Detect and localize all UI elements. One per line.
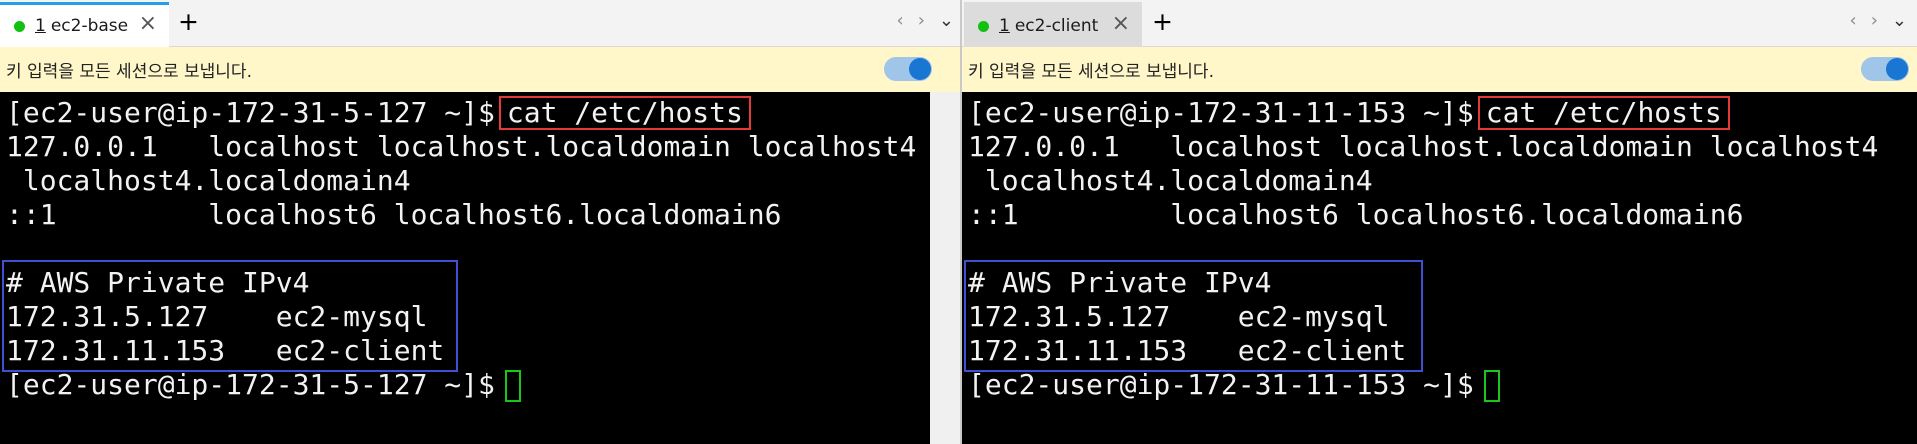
terminal-cursor (504, 370, 521, 402)
chevron-down-icon[interactable]: ⌄ (939, 12, 954, 30)
broadcast-bar: 키 입력을 모든 세션으로 보냅니다. (0, 47, 960, 92)
terminal-pane-ec2-base: 1 ec2-base × + ‹ › ⌄ 키 입력을 모든 세션으로 보냅니다.… (0, 0, 960, 444)
output-line: ::1 localhost6 localhost6.localdomain6 (968, 198, 1744, 231)
command-line: [ec2-user@ip-172-31-5-127 ~]$ cat /etc/ho… (6, 96, 751, 130)
chevron-right-icon[interactable]: › (918, 12, 925, 30)
command-line: [ec2-user@ip-172-31-11-153 ~]$ cat /etc/h… (968, 96, 1730, 130)
tab-bar: 1 ec2-client × + ‹ › ⌄ (962, 0, 1917, 47)
command-line: [ec2-user@ip-172-31-5-127 ~]$ (6, 368, 521, 402)
output-line: ::1 localhost6 localhost6.localdomain6 (6, 198, 782, 231)
tab-number: 1 (35, 16, 46, 36)
tab-number: 1 (999, 16, 1010, 36)
highlighted-command: cat /etc/hosts (1477, 96, 1730, 130)
broadcast-toggle[interactable] (884, 57, 932, 81)
tab-navigation: ‹ › ⌄ (1850, 12, 1908, 30)
tab-bar: 1 ec2-base × + ‹ › ⌄ (0, 0, 960, 47)
shell-prompt: [ec2-user@ip-172-31-5-127 ~]$ (6, 368, 495, 401)
output-line: 127.0.0.1 localhost localhost.localdomai… (968, 130, 1879, 163)
output-line: localhost4.localdomain4 (968, 164, 1373, 197)
shell-prompt: [ec2-user@ip-172-31-11-153 ~]$ (968, 96, 1474, 129)
output-line: localhost4.localdomain4 (6, 164, 411, 197)
aws-private-ipv4-highlight (964, 260, 1423, 372)
tab-ec2-base[interactable]: 1 ec2-base × (0, 2, 169, 47)
tab-navigation: ‹ › ⌄ (897, 12, 955, 30)
toggle-knob (1886, 58, 1908, 80)
aws-private-ipv4-highlight (2, 260, 458, 372)
terminal-output[interactable]: [ec2-user@ip-172-31-5-127 ~]$ cat /etc/ho… (0, 92, 930, 444)
close-tab-icon[interactable]: × (139, 13, 157, 35)
tab-ec2-client[interactable]: 1 ec2-client × (964, 2, 1142, 47)
command-line: [ec2-user@ip-172-31-11-153 ~]$ (968, 368, 1500, 402)
connected-status-icon (978, 20, 989, 32)
broadcast-message: 키 입력을 모든 세션으로 보냅니다. (968, 62, 1214, 82)
broadcast-bar: 키 입력을 모든 세션으로 보냅니다. (962, 47, 1917, 92)
toggle-knob (909, 58, 931, 80)
shell-prompt: [ec2-user@ip-172-31-11-153 ~]$ (968, 368, 1474, 401)
chevron-left-icon[interactable]: ‹ (897, 12, 904, 30)
close-tab-icon[interactable]: × (1112, 13, 1130, 35)
new-tab-icon[interactable]: + (178, 9, 199, 34)
chevron-left-icon[interactable]: ‹ (1850, 12, 1857, 30)
broadcast-message: 키 입력을 모든 세션으로 보냅니다. (6, 62, 252, 82)
shell-prompt: [ec2-user@ip-172-31-5-127 ~]$ (6, 96, 495, 129)
terminal-cursor (1483, 370, 1500, 402)
terminal-output[interactable]: [ec2-user@ip-172-31-11-153 ~]$ cat /etc/h… (962, 92, 1917, 444)
output-line: 127.0.0.1 localhost localhost.localdomai… (6, 130, 917, 163)
tab-label: ec2-base (50, 16, 129, 36)
broadcast-toggle[interactable] (1861, 57, 1909, 81)
new-tab-icon[interactable]: + (1152, 9, 1173, 34)
chevron-right-icon[interactable]: › (1871, 12, 1878, 30)
chevron-down-icon[interactable]: ⌄ (1892, 12, 1907, 30)
scrollbar[interactable] (930, 92, 960, 444)
terminal-pane-ec2-client: 1 ec2-client × + ‹ › ⌄ 키 입력을 모든 세션으로 보냅니… (962, 0, 1917, 444)
connected-status-icon (14, 20, 25, 32)
tab-label: ec2-client (1014, 16, 1099, 36)
highlighted-command: cat /etc/hosts (498, 96, 751, 130)
